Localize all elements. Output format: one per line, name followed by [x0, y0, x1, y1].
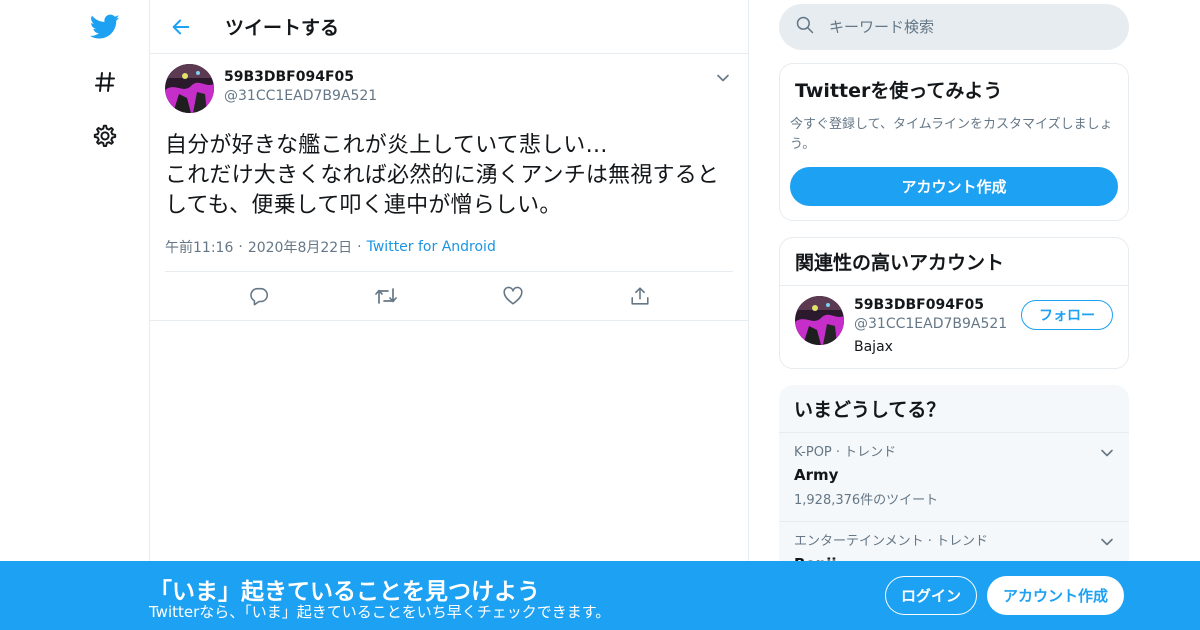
tweet-header: 59B3DBF094F05 @31CC1EAD7B9A521 — [165, 64, 733, 116]
twitter-bird-icon[interactable] — [86, 8, 124, 46]
create-account-button[interactable]: アカウント作成 — [790, 167, 1118, 206]
tweet-source-link[interactable]: Twitter for Android — [367, 239, 496, 255]
page-title: ツイートする — [225, 17, 340, 39]
related-user-bio: Bajax — [854, 339, 893, 355]
main-header: ツイートする — [150, 0, 748, 54]
trends-title: いまどうしてる？ — [779, 385, 1129, 433]
login-button[interactable]: ログイン — [885, 576, 977, 615]
signup-card: Twitterを使ってみよう 今すぐ登録して、タイムラインをカスタマイズしましょ… — [779, 63, 1129, 221]
right-sidebar: Twitterを使ってみよう 今すぐ登録して、タイムラインをカスタマイズしましょ… — [779, 0, 1129, 585]
author-handle[interactable]: @31CC1EAD7B9A521 — [224, 87, 377, 106]
signup-card-description: 今すぐ登録して、タイムラインをカスタマイズしましょう。 — [790, 117, 1113, 152]
tweet-detail: 59B3DBF094F05 @31CC1EAD7B9A521 自分が好きな艦これ… — [150, 54, 748, 321]
reply-icon[interactable] — [241, 278, 277, 314]
trend-item[interactable]: K-POP · トレンド Army 1,928,376件のツイート — [779, 433, 1129, 522]
avatar[interactable] — [795, 296, 844, 345]
related-user-handle[interactable]: @31CC1EAD7B9A521 — [854, 315, 1007, 334]
chevron-down-icon[interactable] — [1100, 443, 1114, 462]
related-accounts-title: 関連性の高いアカウント — [780, 238, 1128, 286]
trend-count: 1,928,376件のツイート — [794, 493, 939, 508]
tweet-actions — [165, 271, 733, 320]
trend-context: K-POP · トレンド — [794, 445, 897, 460]
search-input[interactable] — [829, 18, 1109, 36]
retweet-icon[interactable] — [368, 278, 404, 314]
signup-button[interactable]: アカウント作成 — [987, 576, 1124, 615]
related-user-row[interactable]: 59B3DBF094F05 @31CC1EAD7B9A521 Bajax フォロ… — [780, 286, 1128, 368]
meta-separator: · — [238, 239, 243, 255]
share-icon[interactable] — [622, 278, 658, 314]
tweet-date[interactable]: 2020年8月22日 — [248, 237, 352, 257]
gear-icon[interactable] — [86, 117, 124, 155]
tweet-text: 自分が好きな艦これが炎上していて悲しい… これだけ大きくなれば必然的に湧くアンチ… — [165, 133, 720, 218]
meta-separator: · — [357, 239, 362, 255]
follow-button[interactable]: フォロー — [1021, 300, 1113, 330]
trend-name[interactable]: Army — [794, 465, 1114, 485]
related-user-name[interactable]: 59B3DBF094F05 — [854, 296, 1007, 315]
tweet-meta: 午前11:16 · 2020年8月22日 · Twitter for Andro… — [165, 234, 733, 260]
left-nav — [0, 0, 150, 630]
trends-card: いまどうしてる？ K-POP · トレンド Army 1,928,376件のツイ… — [779, 385, 1129, 585]
bottom-bar-subtitle: Twitterなら、「いま」起きていることをいち早くチェックできます。 — [149, 603, 611, 621]
author-name[interactable]: 59B3DBF094F05 — [224, 68, 377, 87]
search-bar[interactable] — [779, 4, 1129, 50]
related-user-info[interactable]: 59B3DBF094F05 @31CC1EAD7B9A521 Bajax — [854, 296, 1007, 358]
trend-context: エンターテインメント · トレンド — [794, 534, 989, 549]
signup-prompt-bar: 「いま」起きていることを見つけよう Twitterなら、「いま」起きていることを… — [0, 561, 1200, 630]
avatar[interactable] — [165, 64, 214, 113]
search-icon — [795, 15, 815, 39]
chevron-down-icon[interactable] — [713, 68, 733, 88]
tweet-time[interactable]: 午前11:16 — [165, 237, 233, 257]
signup-card-title: Twitterを使ってみよう — [795, 80, 1003, 102]
main-column: ツイートする 59B3DBF094F05 @31CC1EAD7B9A521 自分… — [149, 0, 749, 630]
related-accounts-card: 関連性の高いアカウント 59B3DBF094F05 @31CC1EAD7B9A5… — [779, 237, 1129, 369]
chevron-down-icon[interactable] — [1100, 532, 1114, 551]
back-arrow-icon[interactable] — [163, 9, 199, 45]
like-heart-icon[interactable] — [495, 278, 531, 314]
hashtag-icon[interactable] — [86, 63, 124, 101]
tweet-author[interactable]: 59B3DBF094F05 @31CC1EAD7B9A521 — [224, 68, 377, 106]
